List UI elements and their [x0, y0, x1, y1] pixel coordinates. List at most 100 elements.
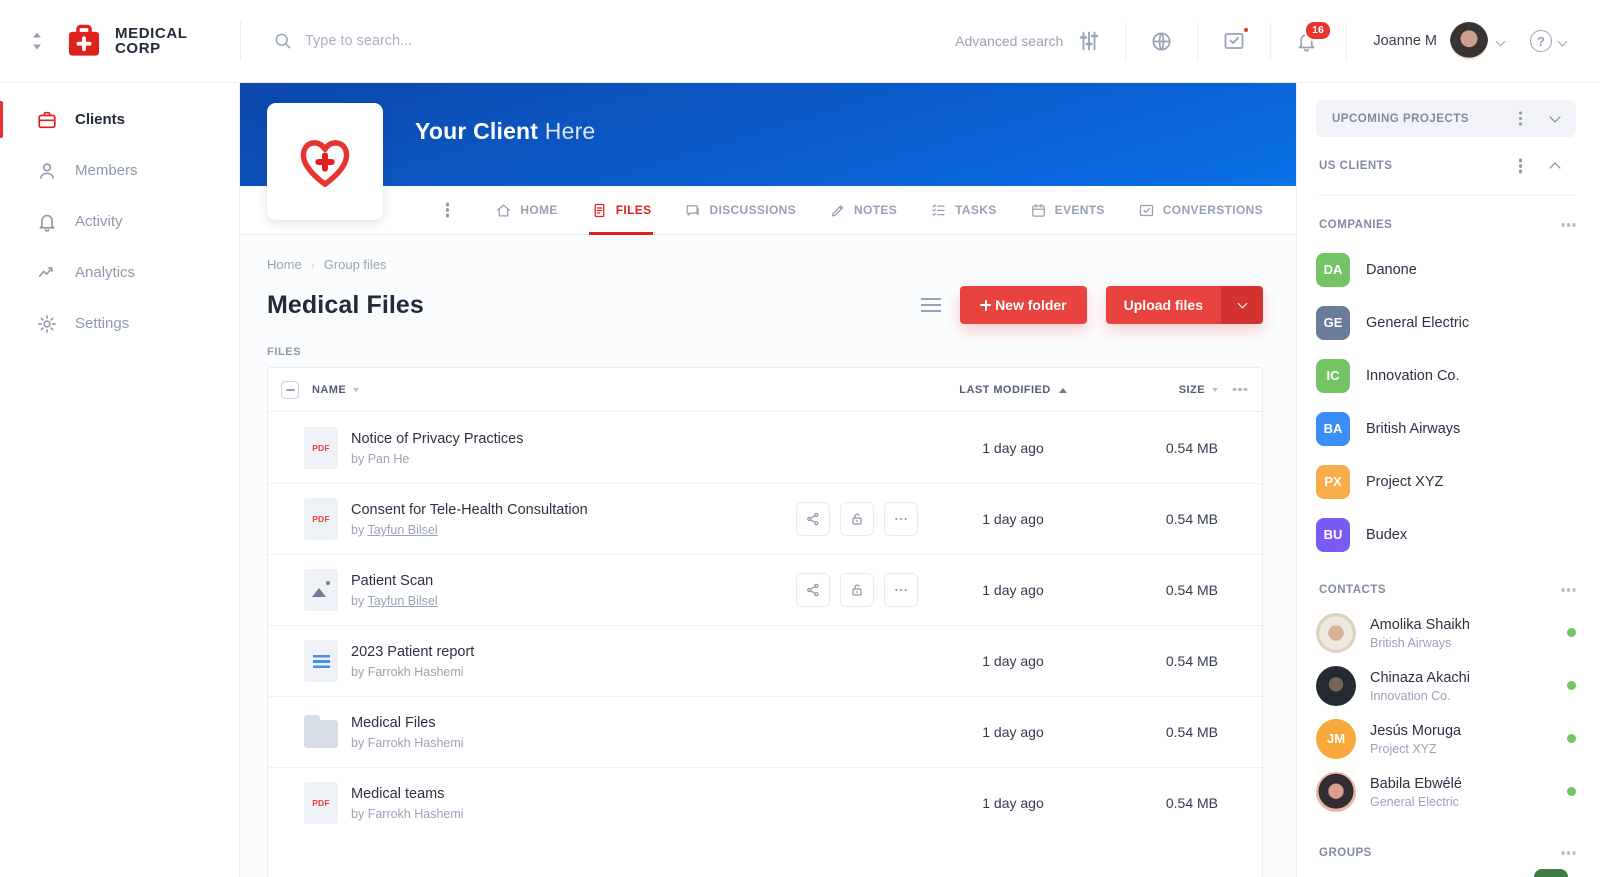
contact-item[interactable]: Babila Ebwélé General Electric	[1316, 765, 1576, 818]
tabbar-more-icon[interactable]	[445, 208, 450, 212]
advanced-search-link[interactable]: Advanced search	[955, 33, 1063, 49]
company-avatar: DA	[1316, 252, 1350, 287]
table-body: PDF Notice of Privacy Practices by Pan H…	[268, 412, 1262, 838]
globe-icon[interactable]	[1150, 30, 1173, 53]
user-avatar[interactable]	[1450, 22, 1488, 60]
user-name[interactable]: Joanne M	[1373, 33, 1437, 49]
contact-item[interactable]: Amolika Shaikh British Airways	[1316, 606, 1576, 659]
file-row[interactable]: PDF Patient Scan by Tayfun Bilsel	[268, 554, 1262, 625]
help-menu-chevron-icon[interactable]	[1557, 36, 1568, 46]
app-logo[interactable]: MEDICAL CORP	[64, 22, 188, 60]
client-tab[interactable]: CONVERSTIONS	[1138, 186, 1263, 234]
file-row[interactable]: PDF Consent for Tele-Health Consultation…	[268, 483, 1262, 554]
sidebar-item[interactable]: Activity	[0, 196, 239, 247]
last-modified-value: 1 day ago	[982, 511, 1044, 527]
sidebar-item[interactable]: Members	[0, 145, 239, 196]
user-menu-chevron-icon[interactable]	[1495, 36, 1506, 46]
company-item[interactable]: DA Danone	[1316, 243, 1576, 296]
us-clients-panel[interactable]: US CLIENTS	[1316, 151, 1576, 181]
table-more-icon[interactable]	[1238, 387, 1242, 392]
author-link[interactable]: Pan He	[368, 452, 410, 466]
sidebar-item[interactable]: Analytics	[0, 247, 239, 298]
file-name[interactable]: Medical Files	[351, 714, 464, 733]
file-author: by Pan He	[351, 451, 410, 466]
company-item[interactable]: BU Budex	[1316, 508, 1576, 561]
file-row[interactable]: PDF Medical teams by Farrokh Hashemi 1 d…	[268, 767, 1262, 838]
logo-line2: CORP	[115, 40, 161, 57]
column-header-name[interactable]: NAME	[312, 384, 360, 396]
search-input[interactable]	[303, 32, 623, 50]
company-item[interactable]: PX Project XYZ	[1316, 455, 1576, 508]
file-name[interactable]: 2023 Patient report	[351, 643, 474, 662]
author-link[interactable]: Farrokh Hashemi	[368, 807, 464, 821]
lock-button[interactable]	[840, 573, 874, 607]
groups-header: GROUPS	[1316, 847, 1576, 859]
file-name[interactable]: Medical teams	[351, 785, 464, 804]
file-name[interactable]: Notice of Privacy Practices	[351, 430, 523, 449]
filter-sliders-icon[interactable]	[1077, 29, 1101, 53]
sidebar-item[interactable]: Settings	[0, 298, 239, 349]
tab-icon	[594, 203, 605, 217]
messages-icon[interactable]	[1222, 26, 1251, 53]
logo-text: MEDICAL CORP	[115, 26, 188, 56]
app-body: Clients Members Activity Analytics Setti…	[0, 83, 1600, 877]
companies-label: COMPANIES	[1319, 219, 1393, 231]
company-name: Danone	[1366, 261, 1417, 278]
contact-item[interactable]: Chinaza Akachi Innovation Co.	[1316, 659, 1576, 712]
us-clients-collapse-icon[interactable]	[1549, 162, 1561, 174]
client-tab[interactable]: EVENTS	[1030, 186, 1105, 234]
list-view-icon[interactable]	[921, 298, 942, 312]
upload-dropdown-toggle[interactable]	[1221, 286, 1263, 324]
groups-label: GROUPS	[1319, 847, 1372, 859]
file-type-icon: PDF	[304, 711, 338, 753]
client-tab[interactable]: DISCUSSIONS	[684, 186, 796, 234]
company-item[interactable]: IC Innovation Co.	[1316, 349, 1576, 402]
us-clients-more-icon[interactable]	[1518, 164, 1522, 168]
share-button[interactable]	[796, 502, 830, 536]
file-row[interactable]: PDF 2023 Patient report by Farrokh Hashe…	[268, 625, 1262, 696]
help-icon[interactable]: ?	[1530, 30, 1552, 52]
company-avatar: BU	[1316, 517, 1350, 552]
share-button[interactable]	[796, 573, 830, 607]
sidebar-item-icon	[39, 214, 55, 232]
row-more-button[interactable]	[884, 502, 918, 536]
client-tab[interactable]: TASKS	[930, 186, 997, 234]
column-header-last-modified[interactable]: LAST MODIFIED	[959, 384, 1067, 396]
company-item[interactable]: BA British Airways	[1316, 402, 1576, 455]
contact-item[interactable]: JM Jesús Moruga Project XYZ	[1316, 712, 1576, 765]
right-sidebar: UPCOMING PROJECTS US CLIENTS COMPANIES D…	[1296, 83, 1600, 877]
upcoming-projects-panel[interactable]: UPCOMING PROJECTS	[1316, 100, 1576, 137]
file-type-icon: PDF	[304, 569, 338, 611]
upcoming-projects-expand-icon[interactable]	[1549, 110, 1561, 123]
column-header-size[interactable]: SIZE	[1179, 384, 1218, 396]
file-size-value: 0.54 MB	[1165, 724, 1218, 740]
groups-more-icon[interactable]	[1566, 851, 1570, 855]
file-row[interactable]: PDF Notice of Privacy Practices by Pan H…	[268, 412, 1262, 483]
author-link[interactable]: Tayfun Bilsel	[367, 594, 437, 608]
row-actions	[778, 573, 928, 607]
company-item[interactable]: GE General Electric	[1316, 296, 1576, 349]
select-all-checkbox[interactable]	[281, 380, 299, 399]
notifications-bell-icon[interactable]: 16	[1295, 19, 1333, 53]
sidebar-item[interactable]: Clients	[0, 94, 239, 145]
upcoming-projects-more-icon[interactable]	[1518, 116, 1522, 121]
author-link[interactable]: Farrokh Hashemi	[368, 665, 464, 679]
upload-files-button[interactable]: Upload files	[1105, 286, 1263, 324]
file-row[interactable]: PDF Medical Files by Farrokh Hashemi	[268, 696, 1262, 767]
contacts-more-icon[interactable]	[1566, 588, 1570, 592]
new-folder-button[interactable]: New folder	[960, 286, 1087, 324]
client-tab[interactable]: FILES	[588, 186, 654, 235]
client-tab[interactable]: HOME	[495, 186, 557, 234]
client-tab[interactable]: NOTES	[829, 186, 897, 234]
companies-list: DA Danone GE General Electric IC Innovat…	[1316, 243, 1576, 561]
online-status-dot	[1567, 787, 1576, 796]
file-name[interactable]: Consent for Tele-Health Consultation	[351, 501, 588, 520]
companies-more-icon[interactable]	[1566, 223, 1570, 227]
breadcrumb-home[interactable]: Home	[267, 257, 302, 272]
file-name[interactable]: Patient Scan	[351, 572, 438, 591]
panel-toggle-icon[interactable]	[30, 30, 44, 52]
author-link[interactable]: Tayfun Bilsel	[367, 523, 437, 537]
lock-button[interactable]	[840, 502, 874, 536]
author-link[interactable]: Farrokh Hashemi	[368, 736, 464, 750]
row-more-button[interactable]	[884, 573, 918, 607]
